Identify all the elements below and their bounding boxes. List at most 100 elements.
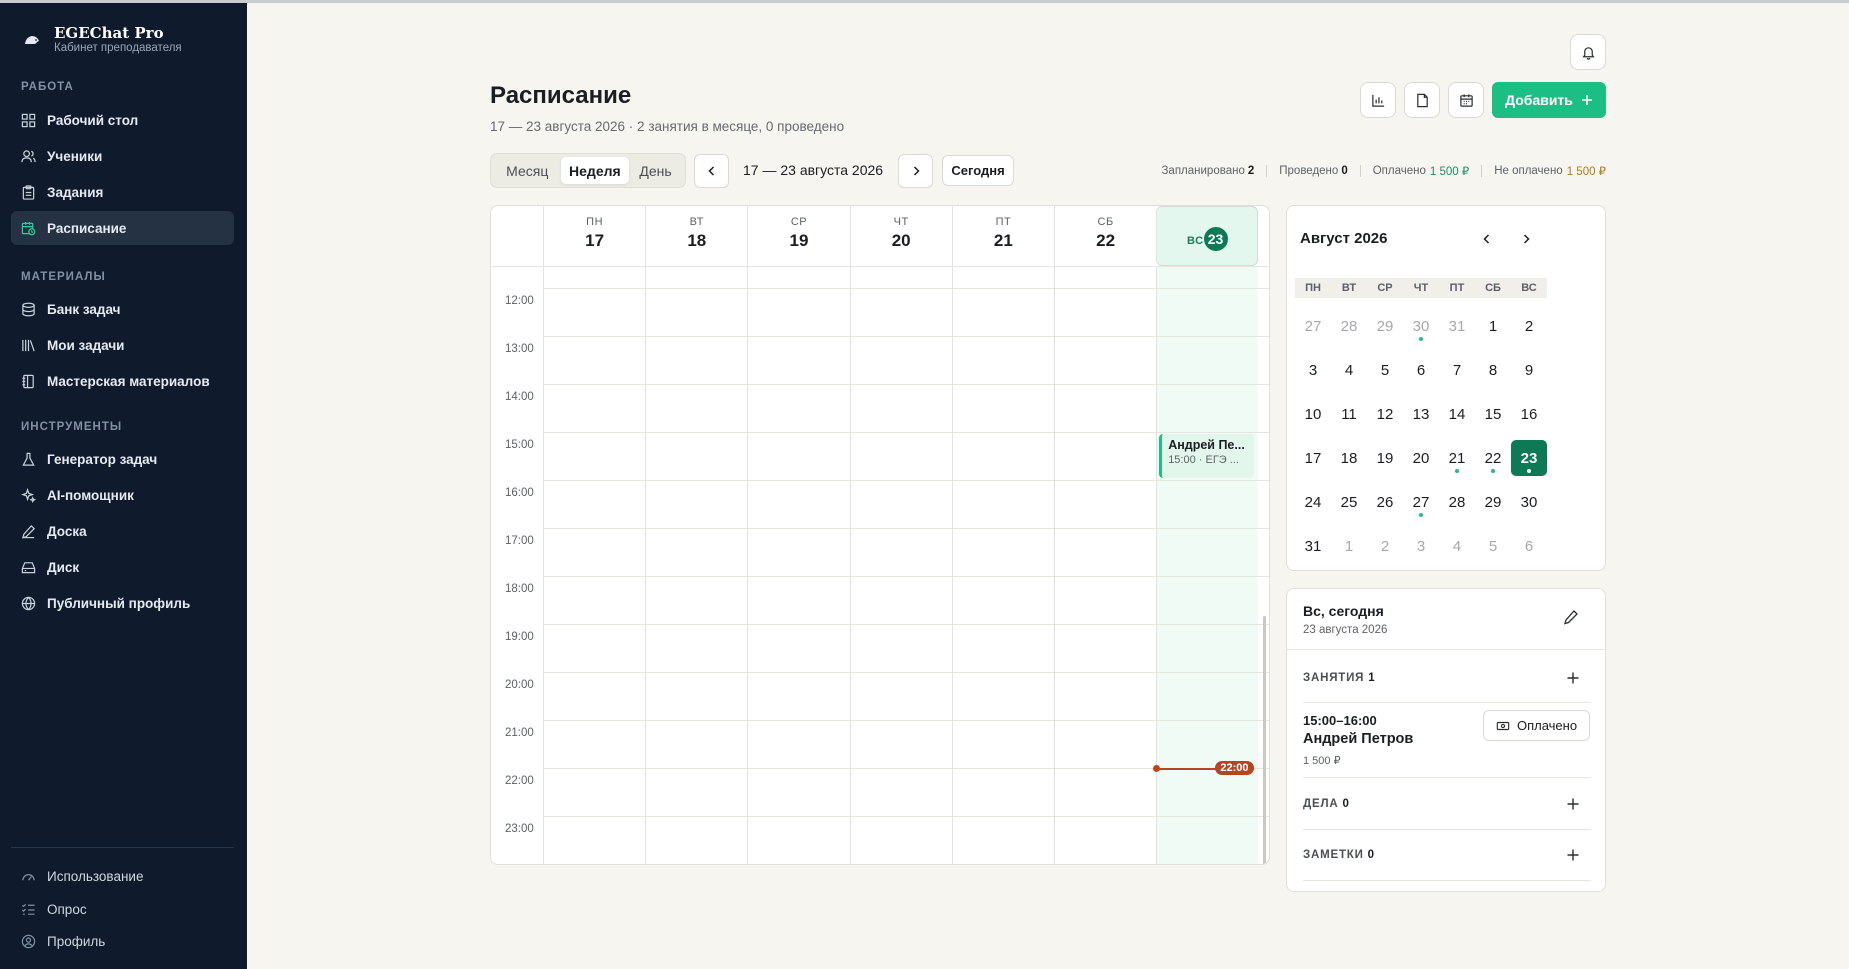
day-header-3[interactable]: ЧТ 20 <box>849 206 952 266</box>
mini-calendar-day[interactable]: 30 <box>1403 308 1439 344</box>
mini-calendar-day[interactable]: 28 <box>1331 308 1367 344</box>
sidebar-item-whiteboard[interactable]: Доска <box>11 514 234 548</box>
sidebar-item-task-generator[interactable]: Генератор задач <box>11 442 234 476</box>
payment-status-button[interactable]: Оплачено <box>1483 710 1590 741</box>
mini-calendar-day[interactable]: 3 <box>1295 352 1331 388</box>
mini-calendar-day[interactable]: 24 <box>1295 484 1331 520</box>
mini-calendar-day[interactable]: 1 <box>1475 308 1511 344</box>
brand[interactable]: EGEChat Pro Кабинет преподавателя <box>22 25 182 55</box>
sidebar-item-my-tasks[interactable]: Мои задачи <box>11 328 234 362</box>
mini-calendar-day[interactable]: 8 <box>1475 352 1511 388</box>
mini-calendar-title: Август 2026 <box>1300 230 1388 247</box>
mini-calendar-prev-button[interactable] <box>1476 228 1498 250</box>
day-header-0[interactable]: ПН 17 <box>543 206 645 266</box>
sidebar-item-assignments[interactable]: Задания <box>11 175 234 209</box>
notifications-button[interactable] <box>1570 34 1606 70</box>
day-header-5[interactable]: СБ 22 <box>1054 206 1156 266</box>
column-divider <box>1054 266 1055 864</box>
add-task-button[interactable] <box>1566 797 1580 811</box>
next-week-button[interactable] <box>898 154 933 188</box>
sidebar-item-profile[interactable]: Профиль <box>11 926 234 956</box>
mini-calendar-day[interactable]: 14 <box>1439 396 1475 432</box>
sidebar-item-drive[interactable]: Диск <box>11 550 234 584</box>
day-header-4[interactable]: ПТ 21 <box>951 206 1054 266</box>
mini-calendar-day[interactable]: 6 <box>1403 352 1439 388</box>
add-note-button[interactable] <box>1566 848 1580 862</box>
mini-calendar-next-button[interactable] <box>1515 228 1537 250</box>
mini-calendar-day-selected[interactable]: 23 <box>1511 440 1547 476</box>
mini-calendar-day[interactable]: 27 <box>1295 308 1331 344</box>
prev-week-button[interactable] <box>694 154 729 188</box>
mini-calendar-day[interactable]: 6 <box>1511 528 1547 564</box>
mini-calendar-day[interactable]: 5 <box>1367 352 1403 388</box>
add-button[interactable]: Добавить <box>1492 82 1606 118</box>
lesson-price: 1 500 ₽ <box>1303 755 1341 767</box>
mini-calendar-day[interactable]: 17 <box>1295 440 1331 476</box>
mini-calendar-day[interactable]: 2 <box>1367 528 1403 564</box>
mini-calendar-day[interactable]: 2 <box>1511 308 1547 344</box>
mini-calendar-day[interactable]: 9 <box>1511 352 1547 388</box>
mini-calendar-day[interactable]: 28 <box>1439 484 1475 520</box>
sidebar-item-label: Расписание <box>47 220 127 236</box>
mini-calendar-day[interactable]: 10 <box>1295 396 1331 432</box>
tasks-section-title: ДЕЛА 0 <box>1303 798 1350 810</box>
day-header-1[interactable]: ВТ 18 <box>645 206 747 266</box>
mini-calendar-day[interactable]: 25 <box>1331 484 1367 520</box>
today-button[interactable]: Сегодня <box>942 155 1014 186</box>
mini-calendar-day[interactable]: 5 <box>1475 528 1511 564</box>
sidebar-item-schedule[interactable]: Расписание <box>11 211 234 245</box>
mini-calendar-day[interactable]: 15 <box>1475 396 1511 432</box>
document-button[interactable] <box>1404 82 1440 118</box>
stats-button[interactable] <box>1360 82 1396 118</box>
user-circle-icon <box>21 934 36 948</box>
mini-calendar-day[interactable]: 11 <box>1331 396 1367 432</box>
add-lesson-button[interactable] <box>1566 671 1580 685</box>
calendar-button[interactable] <box>1448 82 1484 118</box>
mini-calendar-day[interactable]: 13 <box>1403 396 1439 432</box>
day-header-2[interactable]: СР 19 <box>747 206 849 266</box>
mini-calendar-day[interactable]: 12 <box>1367 396 1403 432</box>
mini-calendar-day[interactable]: 29 <box>1475 484 1511 520</box>
sidebar-item-public-profile[interactable]: Публичный профиль <box>11 586 234 620</box>
edit-day-button[interactable] <box>1563 609 1581 627</box>
mini-calendar-day[interactable]: 1 <box>1331 528 1367 564</box>
app-subtitle: Кабинет преподавателя <box>54 42 182 54</box>
mini-calendar-day[interactable]: 19 <box>1367 440 1403 476</box>
sidebar-item-survey[interactable]: Опрос <box>11 894 234 924</box>
mini-calendar-day[interactable]: 31 <box>1295 528 1331 564</box>
mini-calendar-day[interactable]: 31 <box>1439 308 1475 344</box>
mini-calendar-day[interactable]: 18 <box>1331 440 1367 476</box>
mini-calendar-day[interactable]: 7 <box>1439 352 1475 388</box>
sidebar-item-dashboard[interactable]: Рабочий стол <box>11 103 234 137</box>
sidebar-item-ai-assistant[interactable]: AI-помощник <box>11 478 234 512</box>
mini-calendar-day[interactable]: 3 <box>1403 528 1439 564</box>
hour-line <box>543 816 1269 817</box>
sidebar-item-label: Задания <box>47 184 104 200</box>
sidebar-item-students[interactable]: Ученики <box>11 139 234 173</box>
mini-calendar-day[interactable]: 22 <box>1475 440 1511 476</box>
bar-chart-icon <box>1371 94 1384 107</box>
sidebar-item-usage[interactable]: Использование <box>11 861 234 891</box>
mini-calendar-day[interactable]: 30 <box>1511 484 1547 520</box>
mini-calendar-day[interactable]: 4 <box>1331 352 1367 388</box>
view-week-tab[interactable]: Неделя <box>560 157 630 184</box>
mini-calendar-day[interactable]: 26 <box>1367 484 1403 520</box>
mini-day-number: 11 <box>1341 405 1357 423</box>
sidebar-item-materials-workshop[interactable]: Мастерская материалов <box>11 364 234 398</box>
today-column[interactable] <box>1156 266 1259 864</box>
day-header-6[interactable]: ВС 23 <box>1156 206 1259 266</box>
week-scrollbar[interactable] <box>1263 616 1266 864</box>
view-month-tab[interactable]: Месяц <box>494 157 561 184</box>
sidebar-item-task-bank[interactable]: Банк задач <box>11 292 234 326</box>
lesson-student[interactable]: Андрей Петров <box>1303 731 1413 747</box>
plus-icon <box>1567 849 1579 861</box>
mini-calendar-day[interactable]: 27 <box>1403 484 1439 520</box>
mini-day-number: 4 <box>1344 361 1354 379</box>
mini-calendar-day[interactable]: 29 <box>1367 308 1403 344</box>
mini-calendar-day[interactable]: 21 <box>1439 440 1475 476</box>
mini-calendar-day[interactable]: 20 <box>1403 440 1439 476</box>
mini-calendar-day[interactable]: 4 <box>1439 528 1475 564</box>
calendar-event[interactable]: Андрей Пе... 15:00 · ЕГЭ ... <box>1159 434 1255 478</box>
mini-calendar-day[interactable]: 16 <box>1511 396 1547 432</box>
view-day-tab[interactable]: День <box>629 157 682 184</box>
